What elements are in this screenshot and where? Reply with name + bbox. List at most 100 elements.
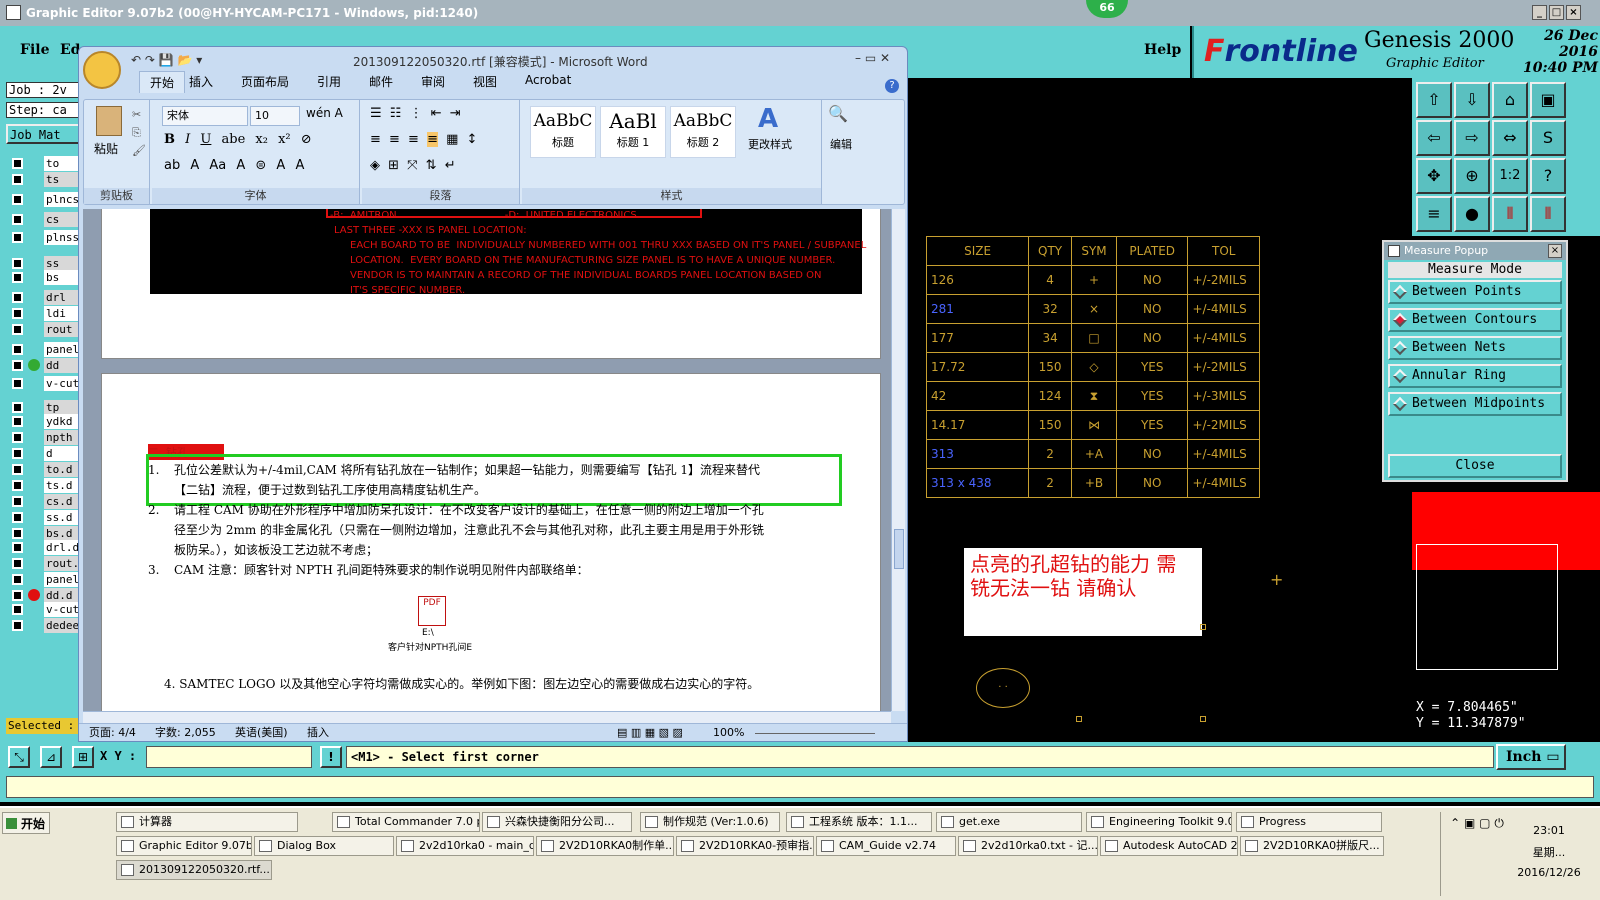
font-color-buttons[interactable]: ab A Aa A ⊜ A A: [164, 158, 304, 173]
grid-tool-icon[interactable]: ⊞: [72, 746, 94, 768]
layer-row[interactable]: v-cut: [8, 376, 84, 391]
maximize-icon[interactable]: □: [1549, 5, 1564, 20]
layer-checkbox[interactable]: [12, 378, 23, 389]
layer-row[interactable]: drl.d: [8, 540, 84, 555]
measure-option[interactable]: Annular Ring: [1388, 364, 1562, 388]
layer-checkbox[interactable]: [12, 308, 23, 319]
layer-checkbox[interactable]: [12, 496, 23, 507]
taskbar-item[interactable]: 2V2D10RKA0拼版尺...: [1240, 836, 1384, 856]
taskbar-item[interactable]: Autodesk AutoCAD 2...: [1100, 836, 1238, 856]
pan-left-icon[interactable]: ⇦: [1416, 120, 1452, 156]
layer-row[interactable]: ts: [8, 172, 84, 187]
layer-checkbox[interactable]: [12, 402, 23, 413]
layer-row[interactable]: drl: [8, 290, 84, 305]
edit-button[interactable]: 编辑: [830, 136, 852, 152]
layer-checkbox[interactable]: [12, 558, 23, 569]
taskbar-item[interactable]: Graphic Editor 9.07b...: [116, 836, 252, 856]
paste-button[interactable]: 粘贴: [94, 140, 118, 157]
layer-checkbox[interactable]: [12, 542, 23, 553]
layer-row[interactable]: dd: [8, 358, 84, 373]
taskbar-item[interactable]: CAM_Guide v2.74: [816, 836, 956, 856]
units-selector[interactable]: Inch ▭: [1496, 744, 1566, 770]
layer-row[interactable]: rout.: [8, 556, 84, 571]
draw-tool-icon[interactable]: ⊿: [40, 746, 62, 768]
scale-one-to-two-icon[interactable]: 1:2: [1492, 158, 1528, 194]
measure-option[interactable]: Between Points: [1388, 280, 1562, 304]
layer-row[interactable]: to.d: [8, 462, 84, 477]
language[interactable]: 英语(美国): [235, 724, 288, 741]
layer-checkbox[interactable]: [12, 232, 23, 243]
shading-buttons[interactable]: ◈ ⊞ ⤧ ⇅ ↵: [370, 158, 456, 173]
word-count[interactable]: 字数: 2,055: [155, 724, 216, 741]
help-icon[interactable]: ?: [885, 79, 899, 93]
zoom-down-icon[interactable]: ⇩: [1454, 82, 1490, 118]
ribbon-tab[interactable]: Acrobat: [525, 73, 571, 87]
layer-checkbox[interactable]: [12, 324, 23, 335]
tray-icons[interactable]: ⌃ ▣ ▢ ⏻: [1447, 812, 1507, 834]
measure-alt-icon[interactable]: ⦀: [1530, 196, 1566, 232]
layer-checkbox[interactable]: [12, 590, 23, 601]
layer-checkbox[interactable]: [12, 604, 23, 615]
style-item[interactable]: AaBbC 标题 2: [670, 106, 736, 158]
style-item[interactable]: AaBbC 标题: [530, 106, 596, 158]
layer-row[interactable]: bs: [8, 270, 84, 285]
taskbar-item[interactable]: 2v2d10rka0 - main_qa: [396, 836, 534, 856]
pdf-attachment-icon[interactable]: PDF: [418, 596, 446, 626]
layer-row[interactable]: ss.d: [8, 510, 84, 525]
style-item[interactable]: AaBl 标题 1: [600, 106, 666, 158]
layer-row[interactable]: dd.d: [8, 588, 84, 603]
layer-checkbox[interactable]: [12, 432, 23, 443]
align-buttons[interactable]: ≡ ≡ ≡ ≡ ▦ ↕: [370, 132, 477, 147]
quick-access-icons[interactable]: ↶ ↷ 💾 📂 ▾: [131, 53, 202, 67]
taskbar-item[interactable]: 制作规范 (Ver:1.0.6): [640, 812, 780, 832]
layer-checkbox[interactable]: [12, 214, 23, 225]
taskbar-item[interactable]: 工程系统 版本：1.1...: [786, 812, 932, 832]
step-field[interactable]: Step: ca: [6, 102, 80, 118]
layer-row[interactable]: d: [8, 446, 84, 461]
measure-option[interactable]: Between Nets: [1388, 336, 1562, 360]
measure-popup-titlebar[interactable]: Measure Popup: [1384, 242, 1566, 260]
cut-copy-format-icons[interactable]: ✂ ⎘ 🖌: [132, 106, 146, 160]
taskbar-item[interactable]: 兴森快捷衡阳分公司...: [482, 812, 632, 832]
layer-checkbox[interactable]: [12, 292, 23, 303]
help-icon[interactable]: ?: [1530, 158, 1566, 194]
list-buttons[interactable]: ☰ ☷ ⋮ ⇤ ⇥: [370, 106, 461, 121]
font-style-buttons[interactable]: B I U abe x₂ x² ⊘: [164, 132, 312, 147]
layer-checkbox[interactable]: [12, 158, 23, 169]
clock-time[interactable]: 23:01: [1501, 820, 1597, 842]
layer-checkbox[interactable]: [12, 258, 23, 269]
change-styles-button[interactable]: 更改样式: [748, 136, 792, 152]
scroll-thumb[interactable]: [894, 529, 904, 569]
layer-checkbox[interactable]: [12, 512, 23, 523]
flip-icon[interactable]: ⇔: [1492, 120, 1528, 156]
job-matrix-button[interactable]: Job Mat: [6, 124, 80, 144]
font-size-select[interactable]: 10: [250, 106, 300, 126]
measure-option[interactable]: Between Midpoints: [1388, 392, 1562, 416]
layer-row[interactable]: to: [8, 156, 84, 171]
ribbon-tab[interactable]: 视图: [473, 73, 497, 90]
zoom-center-icon[interactable]: ⊕: [1454, 158, 1490, 194]
layer-row[interactable]: bs.d: [8, 526, 84, 541]
layer-checkbox[interactable]: [12, 272, 23, 283]
word-window-controls[interactable]: – ▭ ✕: [855, 51, 890, 65]
font-name-select[interactable]: 宋体: [162, 106, 248, 126]
close-icon[interactable]: ×: [1566, 5, 1581, 20]
office-button[interactable]: [83, 51, 121, 89]
coord-input[interactable]: [146, 746, 312, 768]
layer-row[interactable]: ldi: [8, 306, 84, 321]
layer-row[interactable]: cs: [8, 212, 84, 227]
layer-row[interactable]: panel: [8, 572, 84, 587]
vertical-scrollbar[interactable]: [891, 209, 905, 711]
taskbar-item[interactable]: 2V2D10RKA0制作单....: [536, 836, 674, 856]
ribbon-tab[interactable]: 插入: [189, 73, 213, 90]
layer-checkbox[interactable]: [12, 174, 23, 185]
menu-help[interactable]: Help: [1144, 42, 1181, 58]
layer-checkbox[interactable]: [12, 344, 23, 355]
zoom-slider[interactable]: [755, 733, 875, 734]
layer-checkbox[interactable]: [12, 360, 23, 371]
insert-mode[interactable]: 插入: [307, 724, 329, 741]
layer-checkbox[interactable]: [12, 416, 23, 427]
ribbon-tab[interactable]: 审阅: [421, 73, 445, 90]
zoom-level[interactable]: 100%: [713, 724, 744, 741]
view-buttons[interactable]: ▤ ▥ ▦ ▧ ▨: [617, 724, 683, 741]
